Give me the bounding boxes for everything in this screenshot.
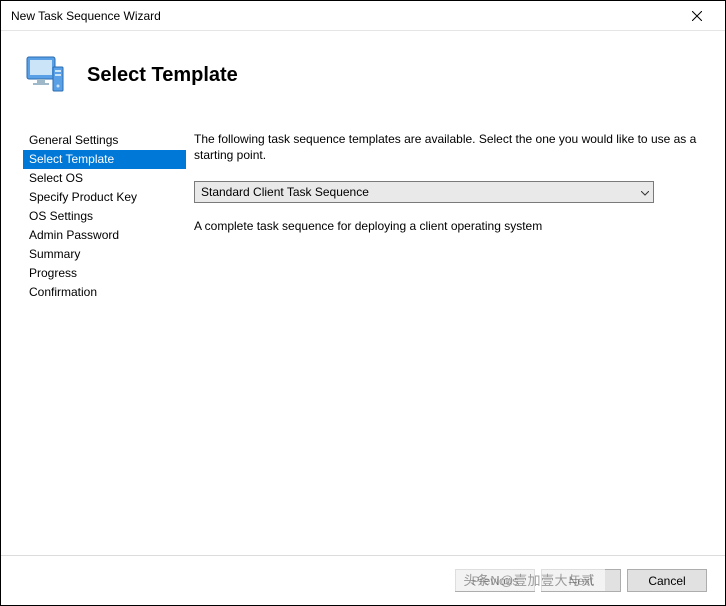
template-dropdown[interactable]: Standard Client Task Sequence bbox=[194, 181, 654, 203]
cancel-button[interactable]: Cancel bbox=[627, 569, 707, 592]
wizard-header: Select Template bbox=[1, 31, 725, 121]
button-bar: 头条N@壹加壹大与贰 Previous Next Cancel bbox=[1, 555, 725, 605]
sidebar-item-confirmation[interactable]: Confirmation bbox=[23, 283, 186, 302]
sidebar-item-progress[interactable]: Progress bbox=[23, 264, 186, 283]
next-button[interactable]: Next bbox=[541, 569, 621, 592]
sidebar-item-specify-product-key[interactable]: Specify Product Key bbox=[23, 188, 186, 207]
previous-button[interactable]: Previous bbox=[455, 569, 535, 592]
sidebar-item-general-settings[interactable]: General Settings bbox=[23, 131, 186, 150]
window-title: New Task Sequence Wizard bbox=[11, 9, 677, 23]
template-description: A complete task sequence for deploying a… bbox=[194, 219, 701, 233]
chevron-down-icon bbox=[641, 185, 649, 199]
sidebar-item-os-settings[interactable]: OS Settings bbox=[23, 207, 186, 226]
content-area: General Settings Select Template Select … bbox=[1, 121, 725, 555]
instruction-text: The following task sequence templates ar… bbox=[194, 131, 701, 163]
sidebar-item-select-os[interactable]: Select OS bbox=[23, 169, 186, 188]
wizard-icon bbox=[19, 51, 67, 99]
wizard-steps-sidebar: General Settings Select Template Select … bbox=[1, 121, 186, 555]
sidebar-item-summary[interactable]: Summary bbox=[23, 245, 186, 264]
titlebar: New Task Sequence Wizard bbox=[1, 1, 725, 31]
page-title: Select Template bbox=[87, 64, 238, 87]
sidebar-item-select-template[interactable]: Select Template bbox=[23, 150, 186, 169]
main-pane: The following task sequence templates ar… bbox=[186, 121, 725, 555]
close-icon bbox=[692, 11, 702, 21]
template-dropdown-value: Standard Client Task Sequence bbox=[201, 185, 369, 199]
close-button[interactable] bbox=[677, 2, 717, 30]
sidebar-item-admin-password[interactable]: Admin Password bbox=[23, 226, 186, 245]
